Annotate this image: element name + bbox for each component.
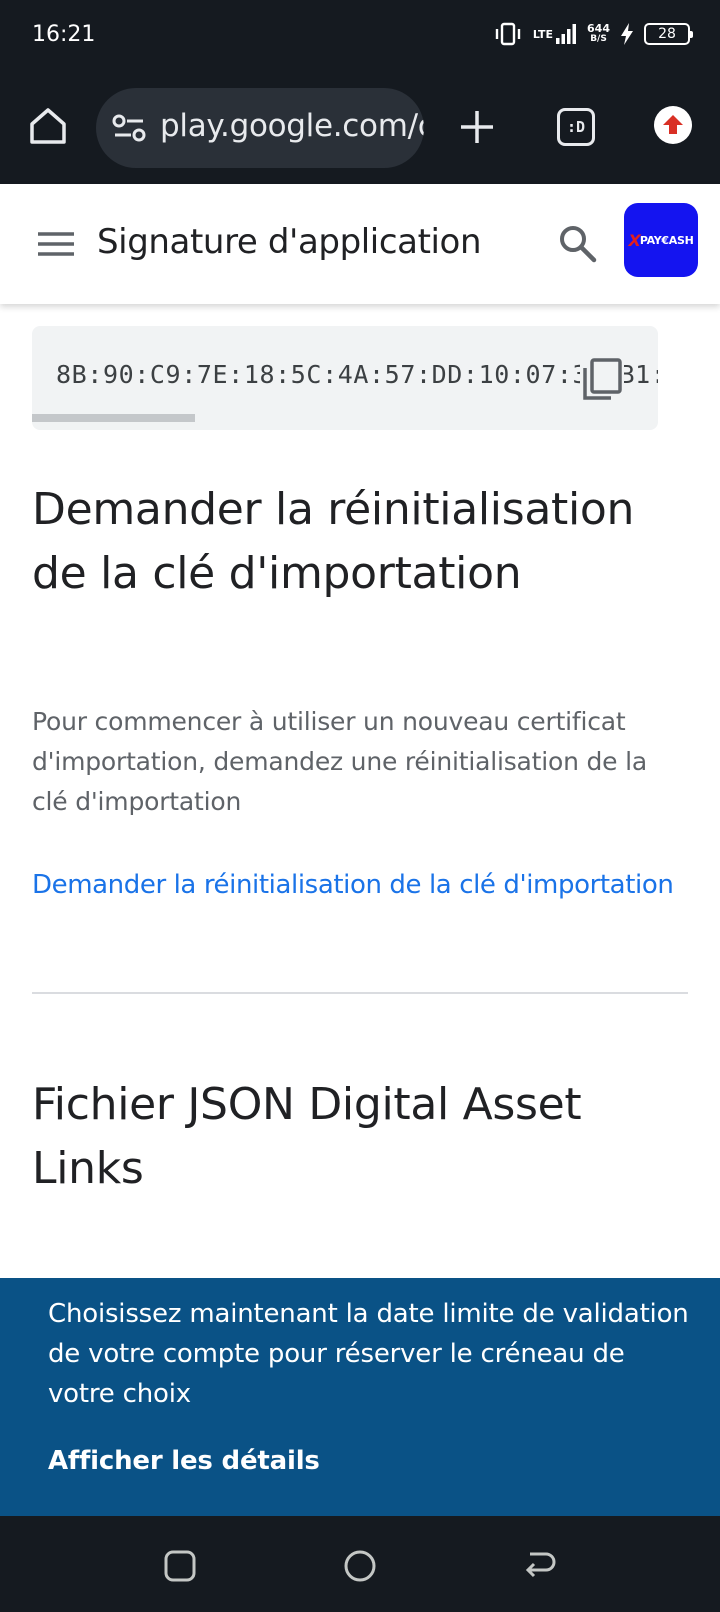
page-title: Signature d'application xyxy=(97,222,482,262)
app-logo-text: PAY€ASH xyxy=(639,233,694,247)
url-text[interactable]: play.google.com/console xyxy=(160,108,424,144)
view-details-button[interactable]: Afficher les détails xyxy=(48,1446,320,1476)
speed-value: 644 xyxy=(587,22,610,35)
tabs-icon[interactable]: :D xyxy=(557,108,595,146)
network-type: LTE xyxy=(532,27,554,41)
request-reset-link[interactable]: Demander la réinitialisation de la clé d… xyxy=(32,870,674,900)
new-tab-icon[interactable] xyxy=(455,105,499,149)
battery-icon: 28 xyxy=(644,23,693,45)
update-icon[interactable] xyxy=(654,106,692,144)
speed-unit: B/S xyxy=(590,34,607,44)
reset-key-heading: Demander la réinitialisation de la clé d… xyxy=(32,484,635,599)
address-bar[interactable]: play.google.com/console xyxy=(96,88,424,168)
reset-key-description: Pour commencer à utiliser un nouveau cer… xyxy=(32,707,647,816)
divider xyxy=(32,992,688,994)
menu-icon[interactable] xyxy=(36,226,76,262)
network-speed: 644 B/S xyxy=(587,23,610,45)
signal-icon: LTE xyxy=(533,23,577,45)
certificate-fingerprint-box: 8B:90:C9:7E:18:5C:4A:57:DD:10:07:3F:B1:2… xyxy=(32,326,658,430)
app-logo[interactable]: X PAY€ASH xyxy=(624,203,698,277)
home-icon[interactable] xyxy=(26,104,70,148)
battery-level: 28 xyxy=(658,26,676,42)
notification-banner: Choisissez maintenant la date limite de … xyxy=(0,1278,720,1516)
banner-message: Choisissez maintenant la date limite de … xyxy=(48,1299,689,1409)
certificate-fingerprint: 8B:90:C9:7E:18:5C:4A:57:DD:10:07:3F:B1:2… xyxy=(56,360,658,389)
tabs-count: :D xyxy=(566,118,586,136)
charging-icon xyxy=(620,23,634,45)
recents-icon[interactable] xyxy=(160,1546,200,1586)
vibrate-icon xyxy=(493,22,523,46)
copy-icon[interactable] xyxy=(580,356,624,402)
horizontal-scrollbar[interactable] xyxy=(32,414,195,422)
status-time: 16:21 xyxy=(32,22,96,47)
status-icons: LTE 644 B/S 28 xyxy=(493,22,693,46)
back-icon[interactable] xyxy=(520,1546,560,1586)
home-circle-icon[interactable] xyxy=(340,1546,380,1586)
app-header: Signature d'application X PAY€ASH xyxy=(0,184,720,304)
browser-toolbar: play.google.com/console :D xyxy=(0,72,720,184)
search-icon[interactable] xyxy=(556,222,600,266)
asset-links-heading: Fichier JSON Digital Asset Links xyxy=(32,1079,582,1194)
status-bar: 16:21 LTE 644 B/S 28 xyxy=(0,0,720,72)
site-info-icon[interactable] xyxy=(112,112,146,144)
system-navigation-bar xyxy=(0,1516,720,1612)
